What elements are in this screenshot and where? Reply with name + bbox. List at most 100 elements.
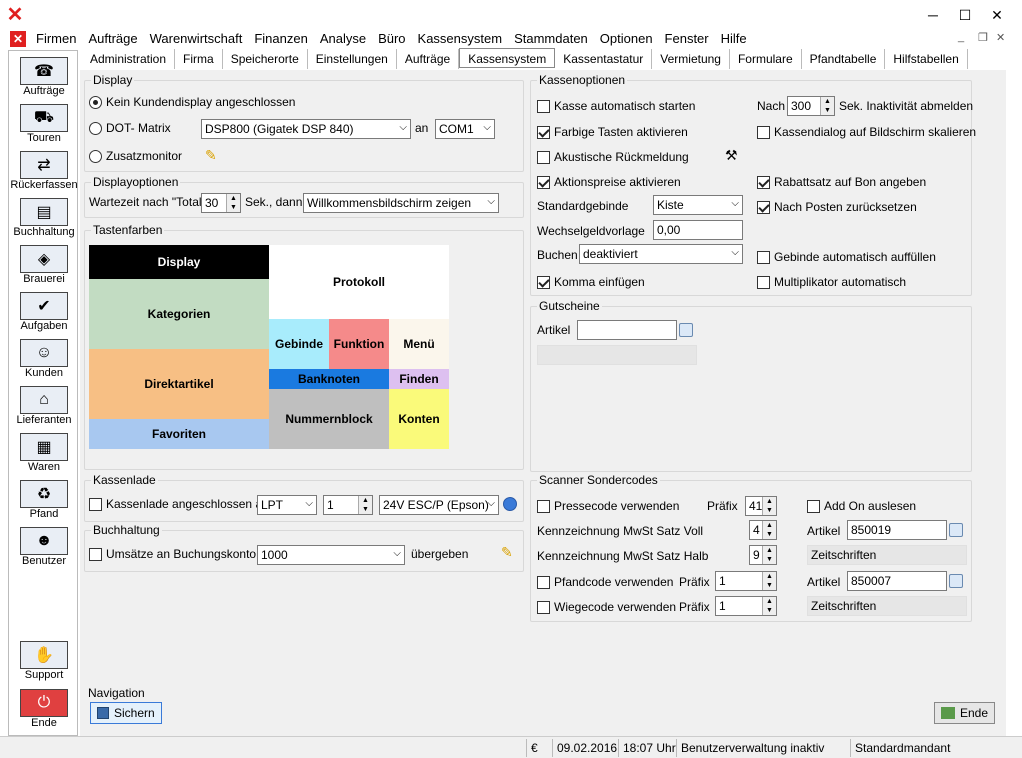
tile-favoriten[interactable]: Favoriten <box>89 419 269 449</box>
sidebar-item-4[interactable]: ◈ Brauerei <box>9 243 79 289</box>
end-button[interactable]: Ende <box>934 702 996 724</box>
close-button[interactable]: ✕ <box>982 4 1012 26</box>
search-icon[interactable] <box>949 523 963 537</box>
tile-konten[interactable]: Konten <box>389 389 449 449</box>
tab-3[interactable]: Einstellungen <box>308 49 397 69</box>
display-action-select[interactable]: Willkommensbildschirm zeigen ⌵ <box>303 193 499 213</box>
tab-8[interactable]: Formulare <box>730 49 802 69</box>
tile-gebinde[interactable]: Gebinde <box>269 319 329 369</box>
tab-9[interactable]: Pfandtabelle <box>802 49 886 69</box>
acoustic-checkbox[interactable]: Akustische Rückmeldung <box>537 150 689 164</box>
updown-icon[interactable]: ▲ ▼ <box>226 194 240 212</box>
menu-item-2[interactable]: Warenwirtschaft <box>144 30 249 48</box>
menu-item-3[interactable]: Finanzen <box>248 30 313 48</box>
reset-after-item-checkbox[interactable]: Nach Posten zurücksetzen <box>757 200 917 214</box>
drawer-printer-select[interactable]: 24V ESC/P (Epson) ⌵ <box>379 495 499 515</box>
mdi-close-button[interactable]: ✕ <box>996 31 1005 44</box>
sidebar-item-6[interactable]: ☺ Kunden <box>9 337 79 383</box>
tile-funktion[interactable]: Funktion <box>329 319 389 369</box>
std-container-select[interactable]: Kiste ⌵ <box>653 195 743 215</box>
updown-icon[interactable]: ▲ ▼ <box>762 497 776 515</box>
menu-item-7[interactable]: Stammdaten <box>508 30 594 48</box>
tab-0[interactable]: Administration <box>82 49 176 69</box>
tab-7[interactable]: Vermietung <box>652 49 730 69</box>
maximize-button[interactable]: ☐ <box>950 4 980 26</box>
updown-icon[interactable]: ▲ ▼ <box>762 597 776 615</box>
tab-5[interactable]: Kassensystem <box>459 48 556 68</box>
menu-item-8[interactable]: Optionen <box>594 30 659 48</box>
change-input[interactable]: 0,00 <box>653 220 743 240</box>
press-code-checkbox[interactable]: Pressecode verwenden <box>537 499 679 513</box>
tile-kategorien[interactable]: Kategorien <box>89 279 269 349</box>
app-menu-icon[interactable]: ✕ <box>10 31 26 47</box>
tile-menu[interactable]: Menü <box>389 319 449 369</box>
insert-comma-checkbox[interactable]: Komma einfügen <box>537 275 645 289</box>
updown-icon[interactable]: ▲ ▼ <box>762 546 776 564</box>
tab-4[interactable]: Aufträge <box>397 49 460 69</box>
sidebar-item-10[interactable]: ☻ Benutzer <box>9 525 79 571</box>
updown-icon[interactable]: ▲ ▼ <box>762 521 776 539</box>
pencil-icon[interactable]: ✎ <box>205 147 217 164</box>
tab-2[interactable]: Speicherorte <box>223 49 308 69</box>
drawer-number-stepper[interactable]: 1 ▲ ▼ <box>323 495 373 515</box>
weight-prefix-stepper[interactable]: 1 ▲ ▼ <box>715 596 777 616</box>
status-dot-icon[interactable] <box>503 497 517 511</box>
menu-item-10[interactable]: Hilfe <box>715 30 753 48</box>
tab-1[interactable]: Firma <box>175 49 223 69</box>
auto-fill-container-checkbox[interactable]: Gebinde automatisch auffüllen <box>757 250 936 264</box>
sidebar-item-5[interactable]: ✔ Aufgaben <box>9 290 79 336</box>
tile-nummernblock[interactable]: Nummernblock <box>269 389 389 449</box>
updown-icon[interactable]: ▲ ▼ <box>762 572 776 590</box>
account-select[interactable]: 1000 ⌵ <box>257 545 405 565</box>
tile-banknoten[interactable]: Banknoten <box>269 369 389 389</box>
cash-drawer-checkbox[interactable]: Kassenlade angeschlossen an <box>89 497 269 511</box>
sidebar-item-3[interactable]: ▤ Buchhaltung <box>9 196 79 242</box>
discount-on-receipt-checkbox[interactable]: Rabattsatz auf Bon angeben <box>757 175 926 189</box>
menu-item-1[interactable]: Aufträge <box>82 30 143 48</box>
sidebar-item-1[interactable]: ⛟ Touren <box>9 102 79 148</box>
sidebar-item-11[interactable]: ✋ Support <box>9 639 79 685</box>
sidebar-item-9[interactable]: ♻ Pfand <box>9 478 79 524</box>
colored-keys-checkbox[interactable]: Farbige Tasten aktivieren <box>537 125 688 139</box>
menu-item-0[interactable]: Firmen <box>30 30 82 48</box>
sidebar-item-7[interactable]: ⌂ Lieferanten <box>9 384 79 430</box>
vat-half-stepper[interactable]: 9 ▲ ▼ <box>749 545 777 565</box>
mdi-restore-button[interactable]: ❐ <box>978 31 988 44</box>
display-device-select[interactable]: DSP800 (Gigatek DSP 840) ⌵ <box>201 119 411 139</box>
radio-second-monitor[interactable]: Zusatzmonitor <box>89 149 182 163</box>
tile-protokoll[interactable]: Protokoll <box>269 245 449 319</box>
sidebar-item-2[interactable]: ⇄ Rückerfassen <box>9 149 79 195</box>
tile-finden[interactable]: Finden <box>389 369 449 389</box>
search-icon[interactable] <box>679 323 693 337</box>
search-icon[interactable] <box>949 574 963 588</box>
radio-no-display[interactable]: Kein Kundendisplay angeschlossen <box>89 95 295 109</box>
menu-item-4[interactable]: Analyse <box>314 30 372 48</box>
tab-6[interactable]: Kassentastatur <box>555 49 653 69</box>
app-x-icon[interactable]: ✕ <box>6 5 24 25</box>
inactivity-stepper[interactable]: 300 ▲ ▼ <box>787 96 835 116</box>
pencil-icon[interactable]: ✎ <box>501 544 513 561</box>
voucher-article-input[interactable] <box>577 320 677 340</box>
weight-code-checkbox[interactable]: Wiegecode verwenden <box>537 600 676 614</box>
tools-icon[interactable]: ⚒ <box>725 147 738 164</box>
sidebar-item-0[interactable]: ☎ Aufträge <box>9 55 79 101</box>
sidebar-item-8[interactable]: ▦ Waren <box>9 431 79 477</box>
tile-display[interactable]: Display <box>89 245 269 279</box>
vat-full-article-input[interactable]: 850019 <box>847 520 947 540</box>
auto-multiplier-checkbox[interactable]: Multiplikator automatisch <box>757 275 906 289</box>
drawer-port-select[interactable]: LPT ⌵ <box>257 495 317 515</box>
deposit-article-input[interactable]: 850007 <box>847 571 947 591</box>
press-prefix-stepper[interactable]: 41 ▲ ▼ <box>745 496 777 516</box>
vat-full-stepper[interactable]: 4 ▲ ▼ <box>749 520 777 540</box>
wait-seconds-stepper[interactable]: 30 ▲ ▼ <box>201 193 241 213</box>
sidebar-item-12[interactable]: ⏻ Ende <box>9 687 79 733</box>
autostart-checkbox[interactable]: Kasse automatisch starten <box>537 99 695 113</box>
menu-item-5[interactable]: Büro <box>372 30 411 48</box>
save-button[interactable]: Sichern <box>90 702 162 724</box>
menu-item-9[interactable]: Fenster <box>659 30 715 48</box>
deposit-code-checkbox[interactable]: Pfandcode verwenden <box>537 575 673 589</box>
promo-prices-checkbox[interactable]: Aktionspreise aktivieren <box>537 175 681 189</box>
minimize-button[interactable]: ─ <box>918 4 948 26</box>
tab-10[interactable]: Hilfstabellen <box>885 49 968 69</box>
radio-dot-matrix[interactable]: DOT- Matrix <box>89 121 171 135</box>
